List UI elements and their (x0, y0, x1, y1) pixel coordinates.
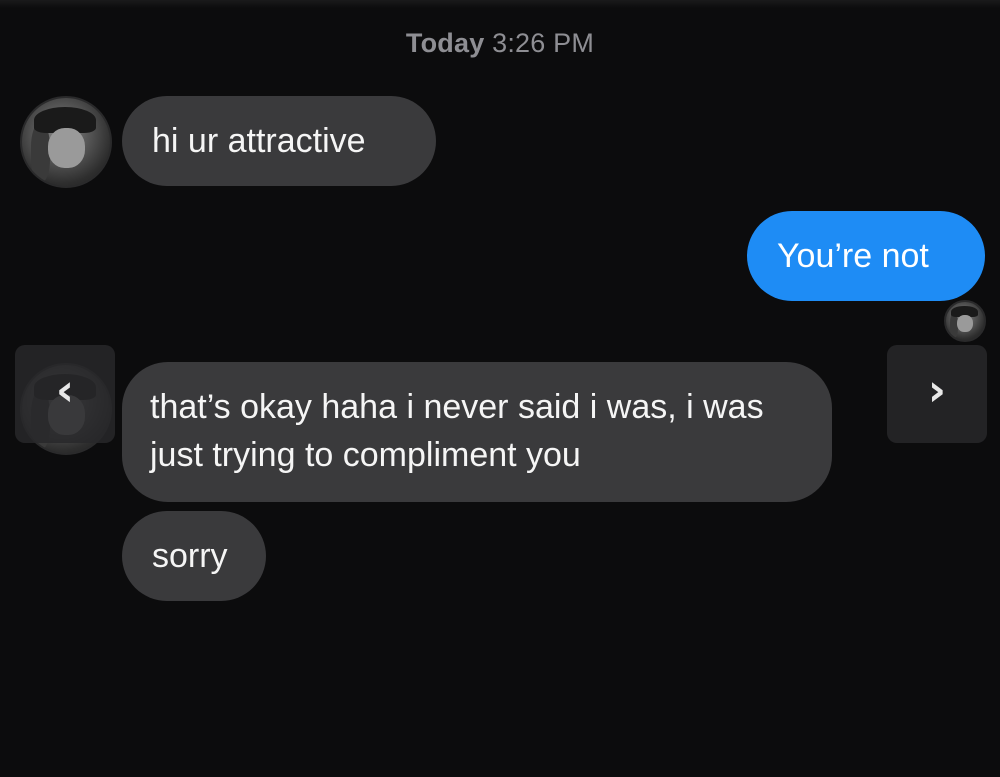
read-receipt-avatar (944, 300, 986, 342)
message-bubble-sent[interactable]: You’re not (747, 211, 985, 301)
chevron-right-icon: › (927, 365, 947, 416)
timestamp-time: 3:26 PM (492, 28, 595, 58)
chat-screen: Today 3:26 PM hi ur attractive You’re no… (0, 0, 1000, 777)
top-edge (0, 0, 1000, 8)
conversation-timestamp: Today 3:26 PM (0, 28, 1000, 59)
chevron-left-icon: ‹ (55, 365, 75, 416)
message-bubble-received[interactable]: sorry (122, 511, 266, 601)
message-bubble-received[interactable]: that’s okay haha i never said i was, i w… (122, 362, 832, 502)
timestamp-day: Today (405, 28, 485, 58)
message-bubble-received[interactable]: hi ur attractive (122, 96, 436, 186)
contact-avatar[interactable] (20, 96, 112, 188)
previous-button[interactable]: ‹ (15, 345, 115, 443)
next-button[interactable]: › (887, 345, 987, 443)
